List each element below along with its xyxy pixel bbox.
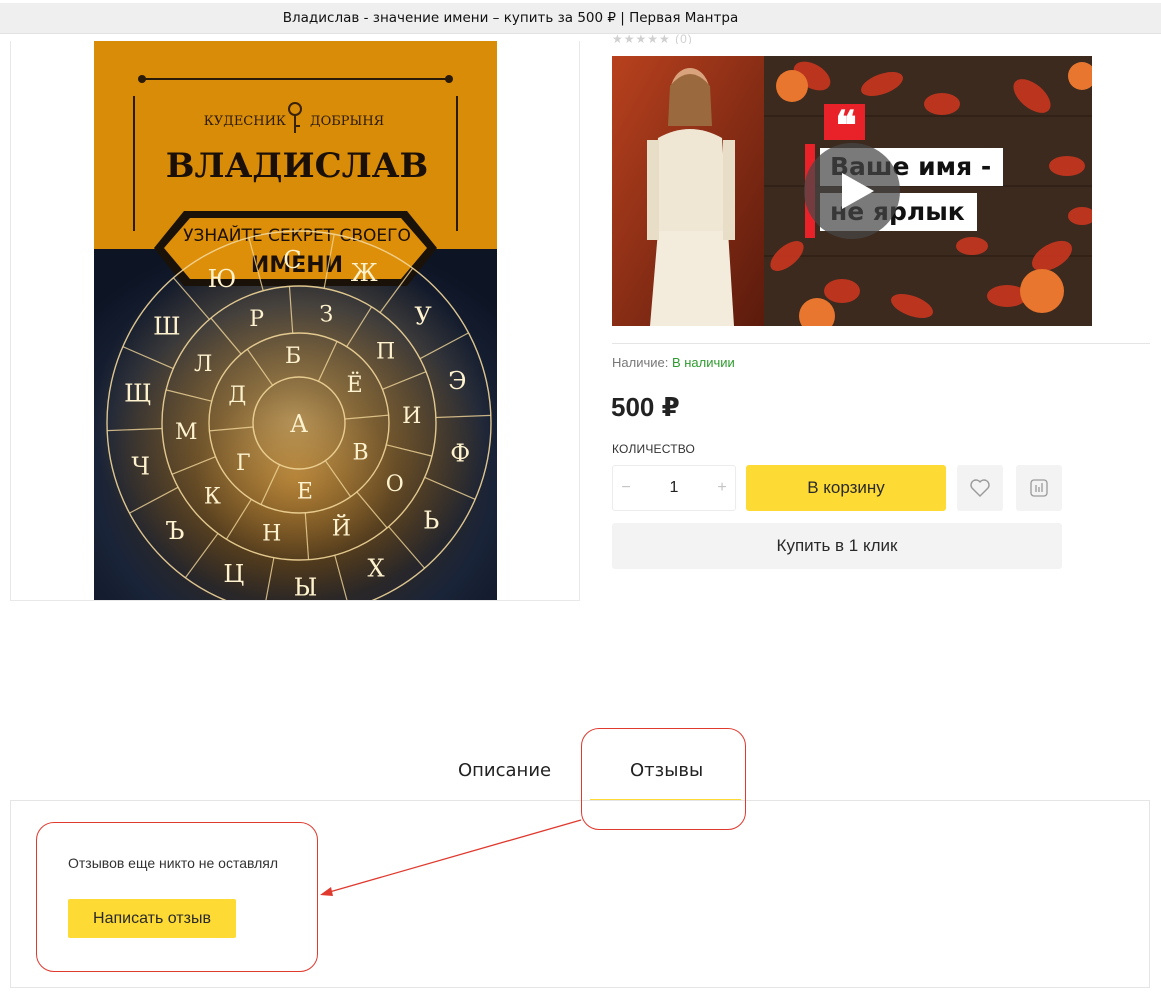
annotation-highlight-reviews xyxy=(36,822,318,972)
quantity-input[interactable] xyxy=(639,466,709,510)
availability-label: Наличие: xyxy=(612,355,669,370)
wheel-letter: Й xyxy=(332,514,351,542)
wheel-letter: Е xyxy=(297,480,313,505)
divider xyxy=(612,343,1150,344)
wheel-letter: Д xyxy=(228,383,246,408)
add-to-cart-button[interactable]: В корзину xyxy=(746,465,946,511)
wheel-letter: З xyxy=(319,302,333,327)
availability: Наличие: В наличии xyxy=(612,355,735,370)
quantity-stepper: − + xyxy=(612,465,736,511)
wheel-letter: Б xyxy=(285,344,301,369)
cover-publisher-right: ДОБРЫНЯ xyxy=(310,114,384,129)
wheel-letter: Н xyxy=(262,522,281,547)
product-price: 500 ₽ xyxy=(611,392,680,422)
product-image-card[interactable]: КУДЕСНИК ДОБРЫНЯ ВЛАДИСЛАВ УЗНАЙТЕ СЕКРЕ… xyxy=(10,41,580,601)
availability-status: В наличии xyxy=(671,355,735,370)
tab-description[interactable]: Описание xyxy=(458,760,551,781)
wishlist-button[interactable] xyxy=(957,465,1003,511)
quantity-label: КОЛИЧЕСТВО xyxy=(612,442,696,456)
wheel-letter: Щ xyxy=(124,380,151,408)
wheel-letter: Э xyxy=(448,367,466,395)
wheel-letter: Х xyxy=(367,554,384,582)
wheel-letter: О xyxy=(386,472,404,497)
wheel-letter: И xyxy=(402,404,421,429)
wheel-center-letter: А xyxy=(290,410,308,438)
wheel-letter: К xyxy=(204,485,221,510)
compare-icon xyxy=(1030,479,1048,497)
cover-publisher-left: КУДЕСНИК xyxy=(204,114,286,129)
wheel-letter: М xyxy=(175,420,198,445)
wheel-letter: Ё xyxy=(347,371,363,398)
wheel-letter: Ц xyxy=(223,560,244,588)
wheel-letter: Ъ xyxy=(165,517,184,545)
buy-one-click-button[interactable]: Купить в 1 клик xyxy=(612,523,1062,569)
compare-button[interactable] xyxy=(1016,465,1062,511)
wheel-letter: П xyxy=(376,339,395,364)
wheel-letter: Ю xyxy=(208,265,237,293)
book-cover-image: КУДЕСНИК ДОБРЫНЯ ВЛАДИСЛАВ УЗНАЙТЕ СЕКРЕ… xyxy=(94,41,497,600)
wheel-letter: Л xyxy=(194,352,212,377)
quantity-increase-button[interactable]: + xyxy=(709,466,735,510)
wheel-letter: Ы xyxy=(294,574,318,600)
wheel-letter: Р xyxy=(249,307,264,332)
window-title: Владислав - значение имени – купить за 5… xyxy=(282,10,739,26)
quantity-decrease-button[interactable]: − xyxy=(613,466,639,510)
quote-icon: ❝ xyxy=(824,104,865,140)
heart-icon xyxy=(970,479,990,497)
wheel-letter: Ь xyxy=(423,507,439,535)
wheel-letter: Г xyxy=(236,451,251,476)
play-icon[interactable] xyxy=(804,143,900,239)
annotation-highlight-tab xyxy=(581,728,746,830)
rating-stars: ★★★★★ (0) xyxy=(612,32,693,44)
wheel-letter: У xyxy=(414,302,432,330)
wheel-letter: Ш xyxy=(153,313,180,341)
wheel-letter: В xyxy=(353,441,369,466)
product-video[interactable]: ❝ Ваше имя - не ярлык xyxy=(612,56,1092,326)
window-title-bar: Владислав - значение имени – купить за 5… xyxy=(0,3,1161,34)
wheel-letter: Ж xyxy=(351,259,378,287)
cover-title: ВЛАДИСЛАВ xyxy=(166,146,428,186)
wheel-letter: С xyxy=(283,246,301,274)
wheel-letter: Ч xyxy=(131,452,150,480)
wheel-letter: Ф xyxy=(450,440,470,468)
cover-banner-line1: УЗНАЙТЕ СЕКРЕТ СВОЕГО xyxy=(183,224,411,246)
